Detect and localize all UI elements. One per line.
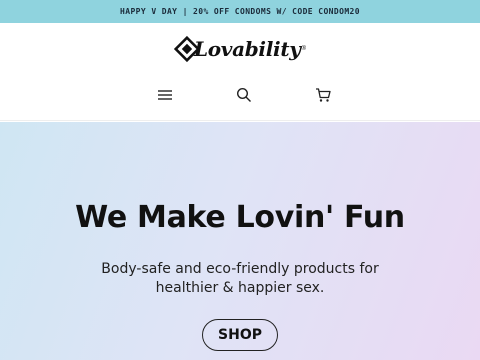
hero-subtitle-line-2: healthier & happier sex. <box>155 280 325 296</box>
announcement-bar: HAPPY V DAY | 20% OFF CONDOMS W/ CODE CO… <box>0 0 480 23</box>
search-button[interactable] <box>235 86 253 104</box>
hero-title: We Make Lovin' Fun <box>75 200 405 235</box>
menu-button[interactable] <box>156 86 174 104</box>
hero-subtitle-line-1: Body-safe and eco-friendly products for <box>101 261 379 277</box>
logo[interactable]: Lovability ® <box>174 27 306 71</box>
menu-icon <box>158 90 172 100</box>
announcement-text: HAPPY V DAY | 20% OFF CONDOMS W/ CODE CO… <box>120 7 360 16</box>
hero-banner: We Make Lovin' Fun Body-safe and eco-fri… <box>0 122 480 360</box>
site-header: Lovability ® <box>0 23 480 121</box>
search-icon <box>236 87 251 102</box>
cart-button[interactable] <box>314 86 332 104</box>
cart-icon <box>316 88 331 102</box>
hero-subtitle: Body-safe and eco-friendly products for … <box>90 260 390 298</box>
logo-text: Lovability <box>193 37 301 61</box>
logo-registered: ® <box>301 46 306 52</box>
shop-button[interactable]: SHOP <box>202 319 278 351</box>
